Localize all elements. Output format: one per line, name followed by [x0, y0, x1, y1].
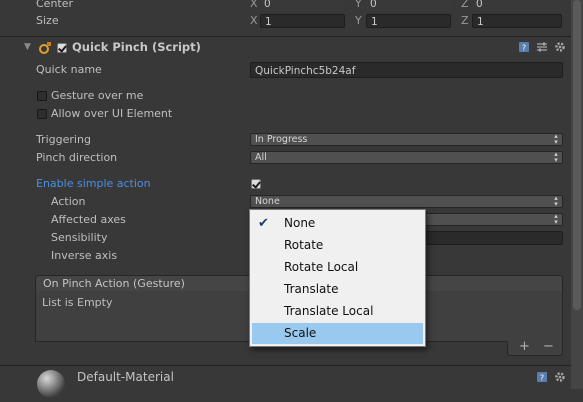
- gear-icon[interactable]: [554, 41, 566, 53]
- action-value: None: [255, 196, 280, 207]
- pinch-direction-dropdown[interactable]: All ▴ ▾: [250, 151, 563, 164]
- material-name: Default-Material: [77, 370, 174, 384]
- triggering-label: Triggering: [36, 133, 91, 146]
- dropdown-arrows-icon: ▴ ▾: [554, 150, 558, 164]
- menu-item-label: None: [284, 216, 316, 230]
- gesture-over-me-label: Gesture over me: [51, 89, 144, 102]
- pinch-direction-label: Pinch direction: [36, 151, 118, 164]
- sensibility-field[interactable]: [420, 231, 563, 245]
- material-help-icon[interactable]: ?: [536, 371, 548, 383]
- event-list-title: On Pinch Action (Gesture): [43, 277, 185, 290]
- center-z-axis-label: Z: [461, 0, 469, 10]
- center-y-axis-label: Y: [355, 0, 362, 10]
- menu-item-none[interactable]: ✔ None: [252, 213, 423, 234]
- quick-name-field[interactable]: QuickPinchc5b24af: [250, 62, 563, 78]
- menu-item-translate[interactable]: Translate: [252, 279, 423, 300]
- center-z-field[interactable]: 0: [472, 0, 562, 11]
- menu-item-label: Translate: [284, 282, 339, 296]
- action-label: Action: [51, 195, 86, 208]
- menu-item-label: Scale: [284, 326, 317, 340]
- triggering-value: In Progress: [255, 134, 308, 145]
- book-help-icon[interactable]: ?: [518, 41, 530, 53]
- dropdown-arrows-icon: ▴ ▾: [554, 212, 558, 226]
- size-z-field[interactable]: 1: [472, 14, 562, 28]
- menu-item-rotate-local[interactable]: Rotate Local: [252, 257, 423, 278]
- center-label: Center: [36, 0, 74, 10]
- checkmark-icon: ✔: [258, 216, 269, 231]
- size-x-field[interactable]: 1: [260, 14, 345, 28]
- affected-axes-label: Affected axes: [51, 213, 126, 226]
- svg-text:?: ?: [522, 44, 526, 53]
- center-x-field[interactable]: 0: [260, 0, 345, 11]
- inverse-axis-label: Inverse axis: [51, 249, 118, 262]
- gesture-over-me-checkbox[interactable]: [37, 91, 47, 101]
- event-list-empty-text: List is Empty: [42, 296, 113, 309]
- center-y-field[interactable]: 0: [366, 0, 451, 11]
- component-enabled-checkbox[interactable]: [57, 43, 67, 53]
- event-list-footer: + −: [507, 339, 563, 356]
- add-event-button[interactable]: +: [519, 339, 530, 354]
- menu-item-scale[interactable]: Scale: [252, 323, 423, 344]
- size-z-axis-label: Z: [461, 14, 469, 27]
- dropdown-arrows-icon: ▴ ▾: [554, 132, 558, 146]
- allow-over-ui-label: Allow over UI Element: [51, 107, 173, 120]
- svg-text:?: ?: [540, 374, 544, 383]
- script-component-icon: [38, 41, 52, 55]
- center-x-axis-label: X: [250, 0, 258, 10]
- action-dropdown[interactable]: None ▴ ▾: [250, 195, 563, 208]
- allow-over-ui-checkbox[interactable]: [37, 109, 47, 119]
- size-x-axis-label: X: [250, 14, 258, 27]
- material-divider: [0, 365, 571, 366]
- quick-name-label: Quick name: [36, 63, 102, 76]
- material-gear-icon[interactable]: [554, 371, 566, 383]
- foldout-arrow-icon[interactable]: ▼: [24, 42, 31, 52]
- component-title: Quick Pinch (Script): [72, 40, 201, 54]
- component-divider: [0, 36, 571, 37]
- size-y-field[interactable]: 1: [366, 14, 451, 28]
- menu-item-label: Rotate Local: [284, 260, 359, 274]
- scrollbar-thumb[interactable]: [573, 0, 581, 310]
- sphere-material-icon: [36, 369, 66, 399]
- pinch-direction-value: All: [255, 152, 267, 163]
- menu-item-label: Translate Local: [284, 304, 374, 318]
- enable-simple-action-label: Enable simple action: [36, 177, 151, 190]
- preset-icon[interactable]: [536, 41, 548, 53]
- enable-simple-action-checkbox[interactable]: [251, 179, 261, 189]
- sensibility-label: Sensibility: [51, 231, 108, 244]
- size-label: Size: [36, 14, 59, 27]
- size-y-axis-label: Y: [355, 14, 362, 27]
- action-dropdown-menu: ✔ None Rotate Rotate Local Translate Tra…: [249, 209, 426, 347]
- menu-item-translate-local[interactable]: Translate Local: [252, 301, 423, 322]
- menu-item-rotate[interactable]: Rotate: [252, 235, 423, 256]
- remove-event-button[interactable]: −: [543, 339, 554, 354]
- triggering-dropdown[interactable]: In Progress ▴ ▾: [250, 133, 563, 146]
- menu-item-label: Rotate: [284, 238, 324, 252]
- dropdown-arrows-icon: ▴ ▾: [554, 194, 558, 208]
